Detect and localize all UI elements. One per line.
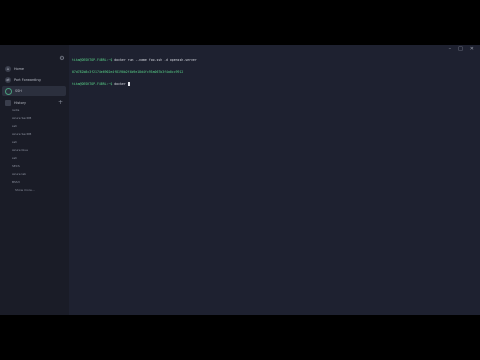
history-title: History <box>14 101 27 105</box>
nav-item-label: Home <box>14 67 25 71</box>
history-item[interactable]: Azure SecDB <box>12 132 31 136</box>
add-icon[interactable]: + <box>58 99 63 107</box>
nav-item-ssh[interactable]: SSH <box>2 86 66 96</box>
terminal-line: tika@DESKTOP-F4BRL:~$ docker run --name … <box>72 58 472 62</box>
terminal-cursor <box>127 82 130 86</box>
terminal-line: 07d782b8c3f2174e6902e4f8190b2f4b9e18d4fc… <box>72 70 472 74</box>
nav-item-home[interactable]: ⌂ Home <box>2 64 66 74</box>
history-item[interactable]: Azure blue <box>12 148 28 152</box>
terminal-command: docker <box>112 82 128 86</box>
nav-item-label: Port Forwarding <box>14 78 41 82</box>
history-item[interactable]: ssh <box>12 156 17 160</box>
history-item[interactable]: ssh <box>12 140 17 144</box>
home-icon: ⌂ <box>5 66 11 72</box>
history-item[interactable]: SECS <box>12 164 20 168</box>
history-item[interactable]: BSS3 <box>12 180 20 184</box>
history-icon <box>5 100 11 106</box>
terminal-icon <box>5 87 12 95</box>
history-item[interactable]: Azure lab <box>12 172 26 176</box>
terminal-output: tika@DESKTOP-F4BRL:~$ docker run --name … <box>72 50 472 94</box>
history-item[interactable]: Azure SecDB <box>12 116 31 120</box>
nav-item-label: SSH <box>15 89 22 93</box>
app-window: ⚙ ⌂ Home ⇄ Port Forwarding SSH History +… <box>0 45 480 315</box>
show-more-link[interactable]: Show more... <box>15 188 35 192</box>
terminal-line: tika@DESKTOP-F4BRL:~$ docker <box>72 82 472 86</box>
history-item[interactable]: ssh <box>12 124 17 128</box>
terminal-output-text: 07d782b8c3f2174e6902e4f8190b2f4b9e18d4fc… <box>72 70 184 74</box>
terminal-command: docker run --name foo-ssh -d openssh-ser… <box>112 58 197 62</box>
sidebar: ⚙ ⌂ Home ⇄ Port Forwarding SSH History +… <box>0 45 70 315</box>
history-section-header: History + <box>2 98 66 108</box>
port-forward-icon: ⇄ <box>5 77 11 83</box>
settings-gear-icon[interactable]: ⚙ <box>58 55 66 63</box>
terminal-pane[interactable]: – □ ✕ tika@DESKTOP-F4BRL:~$ docker run -… <box>69 45 480 315</box>
nav-item-port-forwarding[interactable]: ⇄ Port Forwarding <box>2 75 66 85</box>
history-item[interactable]: redis <box>12 108 19 112</box>
terminal-prompt: tika@DESKTOP-F4BRL:~$ <box>72 82 113 86</box>
terminal-prompt: tika@DESKTOP-F4BRL:~$ <box>72 58 113 62</box>
